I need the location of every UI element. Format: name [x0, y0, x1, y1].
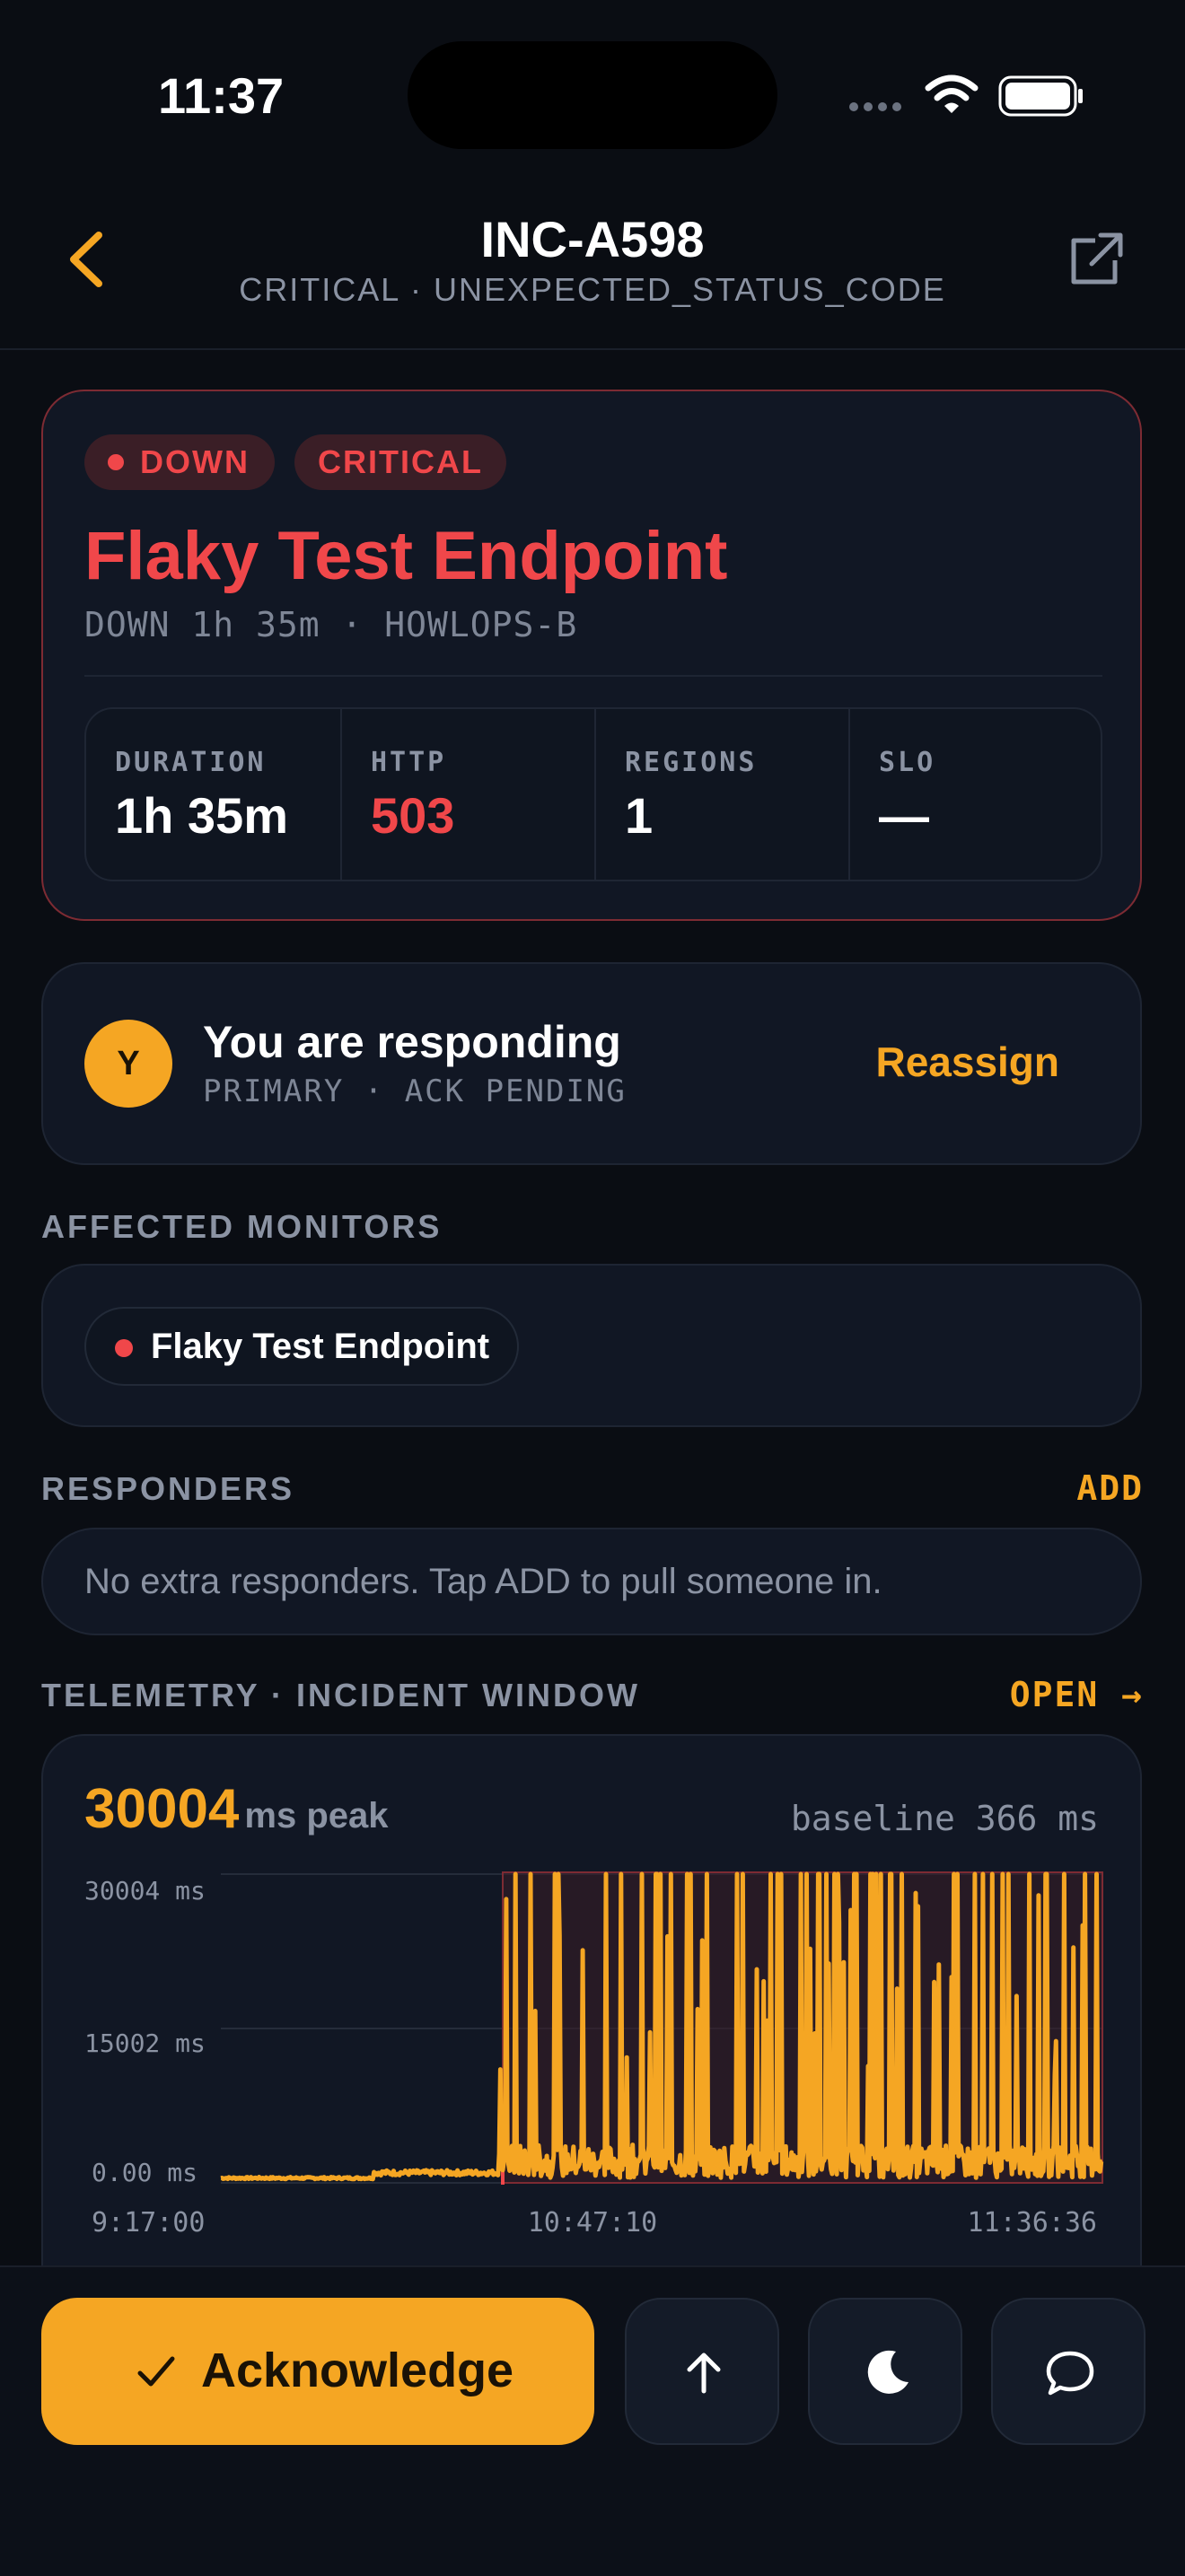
telemetry-label: TELEMETRY · INCIDENT WINDOW	[41, 1677, 640, 1713]
arrow-up-icon	[687, 2353, 721, 2394]
avatar: Y	[84, 1020, 172, 1108]
comment-button[interactable]	[991, 2298, 1146, 2445]
x-tick-end: 11:36:36	[968, 2207, 1098, 2239]
responders-empty-text: No extra responders. Tap ADD to pull som…	[84, 1562, 882, 1601]
monitor-status-dot-icon	[115, 1339, 133, 1357]
stat-slo: SLO —	[848, 709, 1104, 880]
reassign-button[interactable]: Reassign	[875, 1038, 1059, 1086]
responders-empty-card: No extra responders. Tap ADD to pull som…	[41, 1528, 1142, 1635]
incident-id-title: INC-A598	[480, 211, 705, 267]
status-bar: 11:37	[0, 0, 1185, 180]
acknowledge-button[interactable]: Acknowledge	[41, 2298, 594, 2445]
responders-label: RESPONDERS	[41, 1470, 295, 1507]
severity-badge: CRITICAL	[294, 434, 506, 490]
incident-type-subtitle: CRITICAL · UNEXPECTED_STATUS_CODE	[239, 271, 946, 308]
bottom-action-bar: Acknowledge	[0, 2265, 1185, 2576]
dynamic-island	[408, 41, 777, 149]
responder-card: Y You are responding PRIMARY · ACK PENDI…	[41, 962, 1142, 1165]
x-tick-start: 9:17:00	[92, 2207, 205, 2239]
cellular-signal-icon	[849, 102, 907, 115]
wifi-icon	[925, 74, 979, 113]
incident-subtitle: DOWN 1h 35m · HOWLOPS-B	[84, 605, 578, 644]
monitor-chip[interactable]: Flaky Test Endpoint	[84, 1307, 519, 1386]
x-tick-mid: 10:47:10	[528, 2207, 658, 2239]
stat-duration: DURATION 1h 35m	[115, 747, 288, 844]
incident-title: Flaky Test Endpoint	[84, 518, 728, 594]
responder-title: You are responding	[203, 1017, 621, 1067]
stat-http: HTTP 503	[340, 709, 596, 880]
y-tick-bottom: 0.00 ms	[92, 2158, 198, 2187]
nav-bar: INC-A598 CRITICAL · UNEXPECTED_STATUS_CO…	[0, 180, 1185, 350]
affected-monitors-label: AFFECTED MONITORS	[41, 1208, 443, 1245]
escalate-button[interactable]	[625, 2298, 779, 2445]
responder-subtitle: PRIMARY · ACK PENDING	[203, 1073, 627, 1109]
stat-regions: REGIONS 1	[594, 709, 850, 880]
snooze-button[interactable]	[808, 2298, 962, 2445]
checkmark-icon	[137, 2356, 175, 2387]
divider	[84, 675, 1102, 677]
status-dot-icon	[108, 454, 124, 470]
open-telemetry-button[interactable]: OPEN →	[1010, 1675, 1144, 1714]
affected-monitors-card: Flaky Test Endpoint	[41, 1264, 1142, 1427]
incident-stats: DURATION 1h 35m HTTP 503 REGIONS 1 SLO —	[84, 707, 1102, 881]
acknowledge-label: Acknowledge	[201, 2344, 514, 2397]
y-tick-top-value: 30004 ms	[84, 1876, 206, 1906]
incident-summary-card: DOWN CRITICAL Flaky Test Endpoint DOWN 1…	[41, 390, 1142, 921]
status-badge: DOWN	[84, 434, 275, 490]
moon-icon	[867, 2350, 908, 2394]
chat-bubble-icon	[1046, 2351, 1094, 2396]
battery-icon	[998, 75, 1083, 117]
y-tick-mid-value: 15002 ms	[84, 2028, 206, 2058]
status-time: 11:37	[158, 67, 285, 124]
external-link-icon[interactable]	[1065, 230, 1126, 291]
add-responder-button[interactable]: ADD	[1076, 1468, 1144, 1508]
